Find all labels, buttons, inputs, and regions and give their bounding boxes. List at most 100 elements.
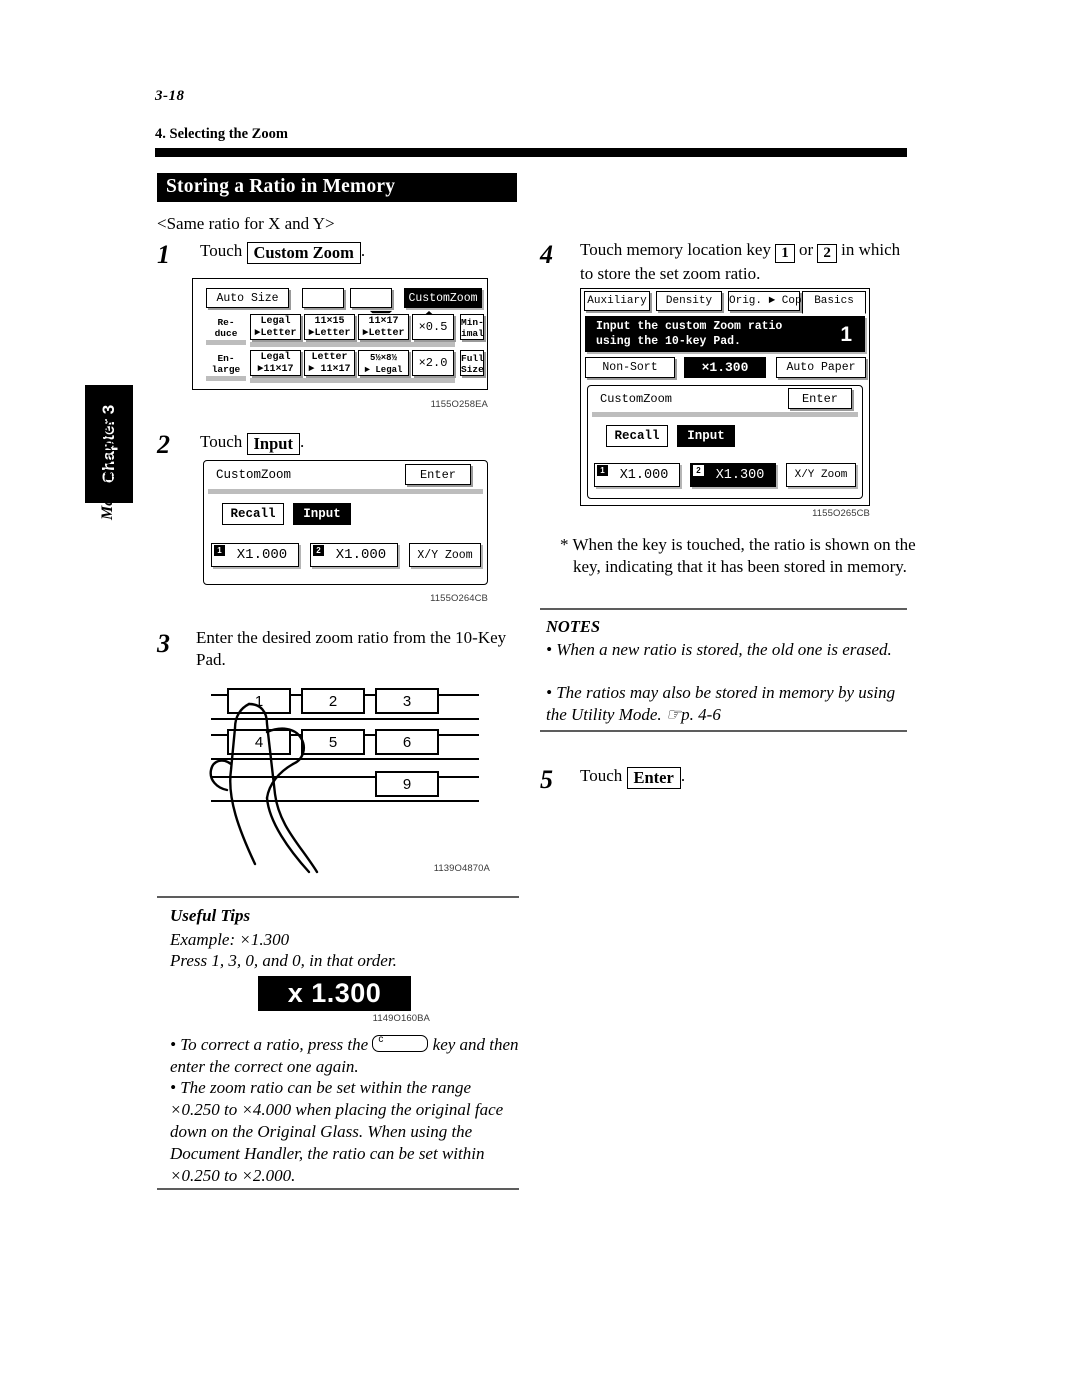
- message-line-1: Input the custom Zoom ratio: [596, 320, 783, 333]
- step-1-text: Touch Custom Zoom.: [200, 240, 365, 264]
- auto-paper-key[interactable]: Auto Paper: [776, 357, 866, 378]
- step-4-number: 4: [540, 240, 553, 269]
- reduce-arrow-icon[interactable]: [302, 288, 392, 321]
- page-number: 3-18: [155, 88, 185, 104]
- current-ratio-key[interactable]: ×1.300: [684, 357, 766, 378]
- step-4-line1b: in: [841, 240, 855, 259]
- tab-basics[interactable]: Basics: [802, 291, 866, 314]
- section-title: Storing a Ratio in Memory: [166, 176, 396, 197]
- note-item-1: • When a new ratio is stored, the old on…: [546, 639, 902, 661]
- enlarge-key-legal-11x17[interactable]: Legal ►11×17: [250, 350, 301, 376]
- tab-density[interactable]: Density: [656, 291, 722, 311]
- step-1-period: .: [360, 241, 366, 260]
- note-item-1-text: When a new ratio is stored, the old one …: [556, 640, 892, 659]
- hand-illustration: [209, 702, 319, 874]
- auto-size-key[interactable]: Auto Size: [206, 288, 289, 308]
- full-size-key[interactable]: Full Size: [460, 350, 484, 376]
- clear-key-icon[interactable]: c: [372, 1034, 429, 1052]
- step-3-number: 3: [157, 629, 170, 658]
- chapter-name-label: Making Copies: [99, 419, 116, 520]
- figure-zoom-screen: Auto Size CustomZoom Re- duce Legal ►Let…: [192, 278, 488, 390]
- recall-key-2[interactable]: Recall: [222, 503, 284, 525]
- xy-zoom-key-3[interactable]: X/Y Zoom: [786, 463, 856, 487]
- bullet-dot-1: •: [170, 1035, 181, 1054]
- enlarge-key-x20[interactable]: ×2.0: [412, 350, 454, 376]
- reduce-key-legal-letter[interactable]: Legal ►Letter: [250, 314, 301, 340]
- section-title-bar: Storing a Ratio in Memory: [157, 173, 517, 202]
- recall-key-3[interactable]: Recall: [606, 425, 668, 447]
- step-4-line1a: Touch memory location key: [580, 240, 771, 259]
- figure-2-caption: 1155O264CB: [430, 593, 488, 604]
- manual-page: 3-18 4. Selecting the Zoom Storing a Rat…: [0, 0, 1080, 1397]
- step-2-number: 2: [157, 430, 170, 459]
- step-4-footnote: * When the key is touched, the ratio is …: [560, 535, 916, 576]
- reduce-row-label: Re- duce: [214, 317, 238, 339]
- minimal-key[interactable]: Min- imal: [460, 314, 484, 340]
- enlarge-row-underline: [250, 378, 455, 383]
- step-1-number: 1: [157, 240, 170, 269]
- input-key-2[interactable]: Input: [293, 503, 351, 525]
- xy-zoom-key-2[interactable]: X/Y Zoom: [409, 543, 481, 567]
- tips-bullet-2: • The zoom ratio can be set within the r…: [170, 1077, 518, 1187]
- ratio-display-caption: 1149O160BA: [372, 1013, 430, 1024]
- enlarge-arrow-icon[interactable]: [350, 288, 440, 324]
- reduce-key-11x15-letter[interactable]: 11×15 ►Letter: [304, 314, 355, 340]
- step-4-or: or: [798, 240, 814, 259]
- message-banner: Input the custom Zoom ratio using the 10…: [585, 316, 865, 352]
- bullet-dot-2: •: [170, 1078, 181, 1097]
- enter-key-step5[interactable]: Enter: [626, 767, 681, 789]
- tips-bullet-1: • To correct a ratio, press the c key an…: [170, 1034, 520, 1078]
- reduce-key-x05[interactable]: ×0.5: [412, 314, 454, 340]
- tips-example: Example: ×1.300: [170, 930, 290, 949]
- step-5-number: 5: [540, 765, 553, 794]
- input-key-3[interactable]: Input: [677, 425, 735, 447]
- tips-bullet-1a: To correct a ratio, press the: [180, 1035, 369, 1054]
- custom-zoom-key-lcd[interactable]: CustomZoom: [404, 288, 482, 308]
- header-rule: [155, 148, 907, 157]
- step-4-text: Touch memory location key 1 or 2 in whic…: [580, 239, 910, 285]
- tips-top-rule: [157, 896, 519, 898]
- input-key[interactable]: Input: [246, 433, 300, 455]
- custom-zoom-key[interactable]: Custom Zoom: [246, 242, 361, 264]
- customzoom-divider-2: [208, 489, 483, 494]
- enlarge-key-55x85-legal[interactable]: 5½×8½ ► Legal: [358, 350, 409, 376]
- note-item-2: • The ratios may also be stored in memor…: [546, 682, 902, 726]
- tips-bottom-rule: [157, 1188, 519, 1190]
- tab-auxiliary[interactable]: Auxiliary: [584, 291, 650, 311]
- useful-tips-heading: Useful Tips: [170, 906, 251, 925]
- customzoom-divider-3: [592, 412, 858, 417]
- memory-2-badge: 2: [313, 545, 324, 556]
- memory-location-key-2[interactable]: 2: [817, 244, 837, 263]
- figure-full-panel-screen: Auxiliary Density Orig. ► Copy Basics In…: [580, 288, 870, 506]
- notes-bottom-rule: [540, 730, 907, 732]
- figure-3-caption: 1155O265CB: [812, 508, 870, 519]
- figure-1-caption: 1155O258EA: [430, 399, 488, 410]
- enter-key-3[interactable]: Enter: [788, 388, 852, 409]
- ratio-display-box: x 1.300: [258, 976, 411, 1011]
- enlarge-key-letter-11x17[interactable]: Letter ► 11×17: [304, 350, 355, 376]
- keypad-caption: 1139O4870A: [433, 863, 490, 874]
- memory-1-badge-3: 1: [597, 465, 608, 476]
- non-sort-key[interactable]: Non-Sort: [585, 357, 675, 378]
- step-5-verb: Touch: [580, 766, 623, 785]
- reduce-label-underline: [206, 340, 246, 345]
- copy-count: 1: [840, 323, 852, 346]
- memory-location-key-1[interactable]: 1: [775, 244, 795, 263]
- step-5-text: Touch Enter.: [580, 765, 685, 789]
- tips-press-order: Press 1, 3, 0, and 0, in that order.: [170, 951, 397, 970]
- step-3-text: Enter the desired zoom ratio from the 10…: [196, 628, 507, 669]
- enlarge-row-label: En- large: [211, 353, 241, 375]
- enter-key-2[interactable]: Enter: [405, 464, 471, 485]
- customzoom-title-2: CustomZoom: [216, 468, 292, 482]
- reduce-key-11x17-letter[interactable]: 11×17 ►Letter: [358, 314, 409, 340]
- note-item-2-text: The ratios may also be stored in memory …: [546, 683, 896, 725]
- message-line-2: using the 10-key Pad.: [596, 335, 741, 348]
- figure-customzoom-screen: CustomZoom Enter Recall Input X1.000 1 X…: [203, 460, 488, 585]
- notes-top-rule: [540, 608, 907, 610]
- note-bullet-dot-2: •: [546, 683, 557, 702]
- memory-1-badge: 1: [214, 545, 225, 556]
- tab-orig-copy[interactable]: Orig. ► Copy: [728, 291, 808, 311]
- subhead-same-ratio: <Same ratio for X and Y>: [157, 214, 335, 233]
- clear-key-label: c: [378, 1034, 384, 1045]
- memory-2-badge-3: 2: [693, 465, 704, 476]
